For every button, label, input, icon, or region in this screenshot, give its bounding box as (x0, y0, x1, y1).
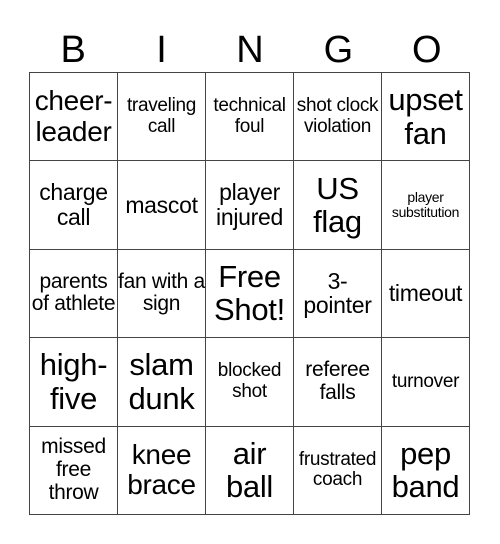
grid-row: missed free throw knee brace air ball fr… (29, 425, 470, 515)
header-letter-b: B (60, 29, 86, 71)
bingo-cell[interactable]: missed free throw (29, 425, 118, 515)
bingo-header: B I N G O (29, 28, 471, 72)
header-letter-n: N (236, 29, 264, 71)
bingo-cell[interactable]: player injured (205, 160, 294, 250)
bingo-cell[interactable]: mascot (117, 160, 206, 250)
bingo-cell[interactable]: air ball (205, 425, 294, 515)
bingo-cell[interactable]: technical foul (205, 71, 294, 162)
bingo-cell[interactable]: charge call (29, 160, 118, 250)
bingo-cell[interactable]: timeout (381, 248, 470, 339)
bingo-cell[interactable]: shot clock violation (293, 71, 382, 162)
grid-row: parents of athlete fan with a sign Free … (29, 248, 470, 339)
bingo-cell[interactable]: knee brace (117, 425, 206, 515)
bingo-cell[interactable]: turnover (381, 337, 470, 427)
bingo-cell[interactable]: 3-pointer (293, 248, 382, 339)
bingo-cell[interactable]: player substitution (381, 160, 470, 250)
bingo-cell[interactable]: upset fan (381, 71, 470, 162)
grid-row: cheer-leader traveling call technical fo… (29, 71, 470, 162)
header-letter-o: O (411, 29, 442, 71)
bingo-cell[interactable]: referee falls (293, 337, 382, 427)
bingo-cell[interactable]: pep band (381, 425, 470, 515)
header-letter-g: G (323, 29, 354, 71)
bingo-cell[interactable]: frustrated coach (293, 425, 382, 515)
bingo-cell[interactable]: high-five (29, 337, 118, 427)
header-letter-i: I (156, 29, 167, 71)
bingo-cell[interactable]: blocked shot (205, 337, 294, 427)
bingo-cell[interactable]: cheer-leader (29, 71, 118, 162)
bingo-cell[interactable]: slam dunk (117, 337, 206, 427)
bingo-cell[interactable]: US flag (293, 160, 382, 250)
bingo-grid: cheer-leader traveling call technical fo… (29, 71, 470, 515)
bingo-cell[interactable]: parents of athlete (29, 248, 118, 339)
grid-row: charge call mascot player injured US fla… (29, 160, 470, 250)
bingo-cell[interactable]: fan with a sign (117, 248, 206, 339)
bingo-cell[interactable]: traveling call (117, 71, 206, 162)
grid-row: high-five slam dunk blocked shot referee… (29, 337, 470, 427)
free-space-cell[interactable]: Free Shot! (205, 248, 294, 339)
